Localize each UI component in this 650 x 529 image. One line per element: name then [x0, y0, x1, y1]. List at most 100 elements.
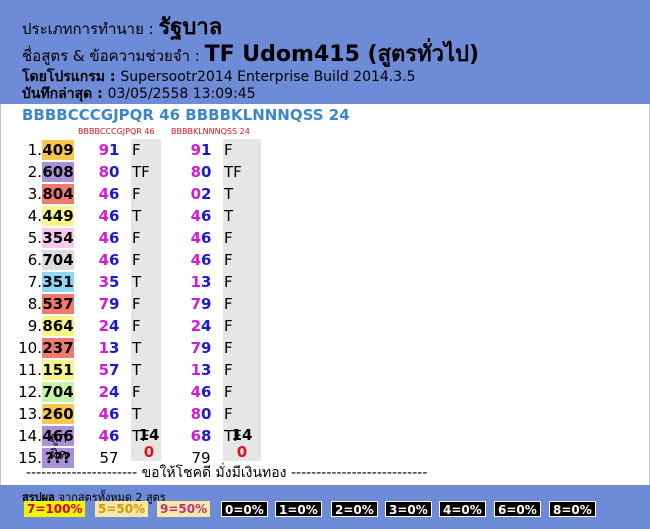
- column-1-digit-2: 6: [109, 185, 120, 203]
- column-2-prediction: 02: [186, 183, 216, 205]
- digit-stat-badge: 0=0%: [221, 501, 268, 517]
- column-2-digit-1: 4: [190, 229, 201, 247]
- column-1-mark: T: [132, 361, 142, 379]
- column-2-digit-1: 4: [190, 251, 201, 269]
- column-2-prediction: 13: [186, 359, 216, 381]
- result-number: 354: [42, 228, 74, 248]
- result-number: 804: [42, 184, 74, 204]
- column-2-mark: TF: [224, 163, 242, 181]
- column-2-digit-2: 6: [201, 229, 212, 247]
- column-1-digit-2: 4: [109, 383, 120, 401]
- column-2-digit-2: 9: [201, 339, 212, 357]
- result-number: 260: [42, 404, 74, 424]
- column-1-mark: T: [132, 405, 142, 423]
- column-1-digit-1: 1: [98, 339, 109, 357]
- table-row: 6. 704 46 F 46 F: [0, 249, 650, 271]
- column-1-digit-2: 4: [109, 317, 120, 335]
- row-index: 7.: [27, 273, 42, 291]
- column-1-digit-1: 4: [98, 405, 109, 423]
- table-row: 7. 351 35 T 13 F: [0, 271, 650, 293]
- column-2-mark: T: [224, 185, 234, 203]
- digit-stat-badge: 7=100%: [24, 501, 86, 517]
- row-index: 9.: [27, 317, 42, 335]
- table-row: 13. 260 46 T 80 F: [0, 403, 650, 425]
- column-2-mark: F: [224, 273, 233, 291]
- row-index: 6.: [27, 251, 42, 269]
- column-1-digit-2: 6: [109, 251, 120, 269]
- column-2-mark: F: [224, 383, 233, 401]
- formula-codes: BBBBCCCGJPQR 46 BBBBKLNNNQSS 24: [22, 106, 350, 124]
- column-1-digit-1: 8: [98, 163, 109, 181]
- column-1-prediction: 46: [94, 425, 124, 447]
- column-1-prediction: 24: [94, 381, 124, 403]
- column-1-prediction: 57: [94, 359, 124, 381]
- column-1-digit-1: 2: [98, 383, 109, 401]
- column-1-mark: F: [132, 251, 141, 269]
- column-1-prediction: 46: [94, 403, 124, 425]
- column-1-mark: F: [132, 141, 141, 159]
- digit-stat-badge: 4=0%: [439, 501, 486, 517]
- digit-stat-badge: 9=50%: [157, 501, 211, 517]
- formula-code-1: BBBBCCCGJPQR 46: [22, 106, 181, 124]
- column-2-digit-1: 8: [190, 405, 201, 423]
- row-index: 10.: [18, 339, 42, 357]
- column-2-prediction: 80: [186, 161, 216, 183]
- column-2-digit-2: 8: [201, 427, 212, 445]
- column-2-prediction: 79: [186, 337, 216, 359]
- column-1-digit-1: 7: [98, 295, 109, 313]
- column-2-digit-2: 0: [201, 405, 212, 423]
- column-2-digit-2: 3: [201, 273, 212, 291]
- column-1-mark: F: [132, 317, 141, 335]
- column-2-digit-1: 6: [190, 427, 201, 445]
- column-2-digit-1: 7: [190, 295, 201, 313]
- digit-stat-badge: 2=0%: [331, 501, 378, 517]
- column-1-mark: T: [132, 339, 142, 357]
- column-1-mark: F: [132, 185, 141, 203]
- row-index: 2.: [27, 163, 42, 181]
- saved-value: 03/05/2558 13:09:45: [107, 86, 256, 102]
- table-row: 9. 864 24 F 24 F: [0, 315, 650, 337]
- column-1-digit-1: 4: [98, 427, 109, 445]
- table-row: 11. 151 57 T 13 F: [0, 359, 650, 381]
- column-2-mark: F: [224, 251, 233, 269]
- row-index: 5.: [27, 229, 42, 247]
- column-2-prediction: 79: [186, 293, 216, 315]
- result-number: 449: [42, 206, 74, 226]
- result-number: 704: [42, 250, 74, 270]
- column-2-digit-2: 6: [201, 383, 212, 401]
- column-2-digit-2: 9: [201, 295, 212, 313]
- column-2-digit-2: 1: [201, 141, 212, 159]
- table-row: 10. 237 13 T 79 F: [0, 337, 650, 359]
- column-1-digit-1: 4: [98, 251, 109, 269]
- column-1-wrong-count: 0: [143, 443, 155, 461]
- row-index: 11.: [18, 361, 42, 379]
- row-index: 14.: [18, 427, 42, 445]
- column-2-digit-1: 0: [190, 185, 201, 203]
- formula-name-value: TF Udom415 (สูตรทั่วไป): [204, 42, 480, 67]
- column-1-digit-2: 6: [109, 207, 120, 225]
- digit-stat-badge: 8=0%: [549, 501, 596, 517]
- column-2-digit-1: 8: [190, 163, 201, 181]
- column-1-prediction: 46: [94, 183, 124, 205]
- formula-code-2: BBBBKLNNNQSS 24: [185, 106, 350, 124]
- result-number: 351: [42, 272, 74, 292]
- row-index: 3.: [27, 185, 42, 203]
- column-2-prediction: 13: [186, 271, 216, 293]
- column-1-prediction: 91: [94, 139, 124, 161]
- column-2-mark: F: [224, 229, 233, 247]
- digit-stat-badge: 5=50%: [95, 501, 149, 517]
- column-2-mark: F: [224, 339, 233, 357]
- digit-stat-badge: 3=0%: [385, 501, 432, 517]
- column-1-digit-2: 6: [109, 229, 120, 247]
- column-2-mark: T: [224, 207, 234, 225]
- column-1-prediction: 35: [94, 271, 124, 293]
- row-index: 12.: [18, 383, 42, 401]
- column-2-digit-2: 0: [201, 163, 212, 181]
- column-2-mark: F: [224, 295, 233, 313]
- result-number: 237: [42, 338, 74, 358]
- saved-label: บันทึกล่าสุด :: [22, 86, 108, 102]
- result-number: 704: [42, 382, 74, 402]
- column-2-prediction: 80: [186, 403, 216, 425]
- column-1-digit-1: 3: [98, 273, 109, 291]
- column-1-mark: F: [132, 295, 141, 313]
